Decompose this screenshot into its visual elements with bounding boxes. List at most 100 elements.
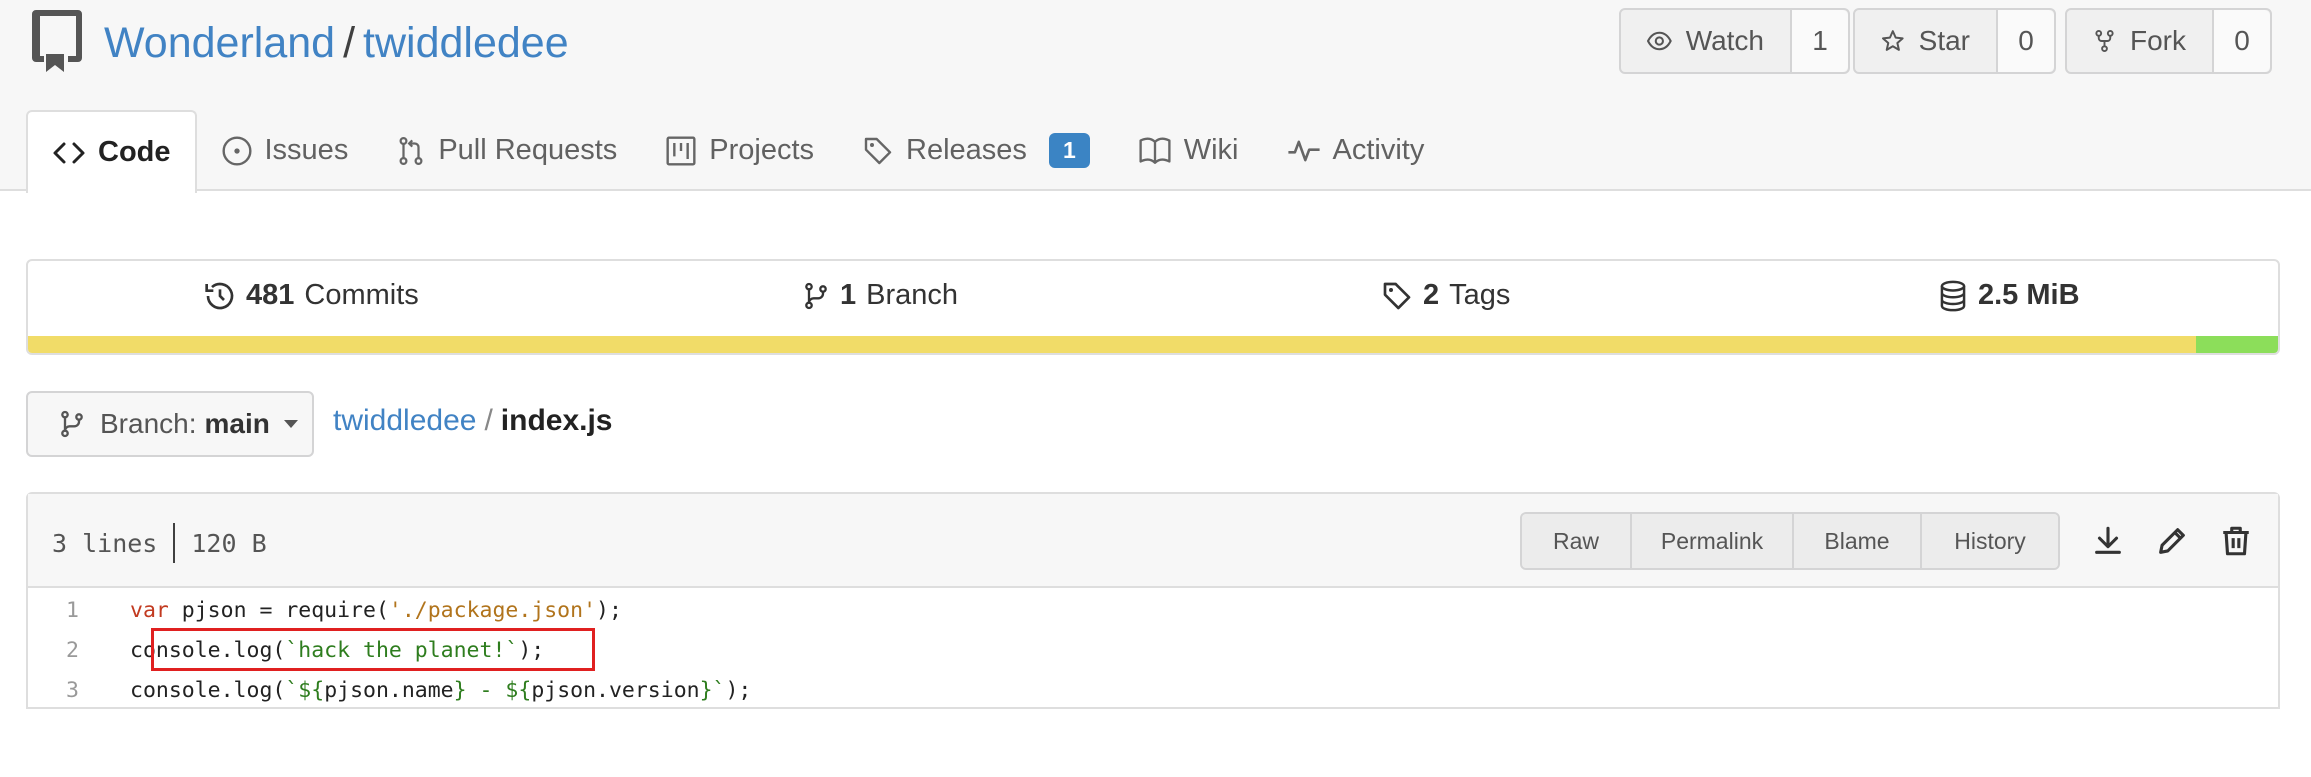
- fork-label: Fork: [2130, 25, 2186, 56]
- tags-count: 2: [1423, 279, 1440, 311]
- blame-button[interactable]: Blame: [1794, 514, 1922, 568]
- line-highlight-box: [151, 628, 595, 671]
- star-label: Star: [1918, 25, 1970, 56]
- commits-label: Commits: [304, 279, 419, 311]
- fork-button-group: Fork 0: [2065, 8, 2272, 74]
- tab-code[interactable]: Code: [26, 110, 197, 193]
- star-count[interactable]: 0: [1998, 10, 2054, 72]
- repo-title-separator: /: [343, 19, 356, 67]
- fork-count[interactable]: 0: [2214, 10, 2270, 72]
- delete-icon[interactable]: [2219, 524, 2253, 558]
- file-header: 3 lines 120 B Raw Permalink Blame Histor…: [28, 494, 2278, 588]
- tab-issues[interactable]: Issues: [197, 110, 373, 191]
- code-line: 1 var pjson = require('./package.json');: [28, 590, 2278, 630]
- code-token: `${: [285, 677, 325, 703]
- breadcrumb: twiddledee / index.js: [333, 404, 613, 438]
- code-token: } - ${: [453, 677, 532, 703]
- file-info-divider: [173, 523, 176, 563]
- code-line: 3 console.log(`${pjson.name} - ${pjson.ve…: [28, 670, 2278, 710]
- branch-selector[interactable]: Branch: main: [26, 391, 314, 457]
- releases-count-badge: 1: [1048, 133, 1090, 168]
- project-icon: [666, 135, 696, 166]
- watch-button-group: Watch 1: [1619, 8, 1850, 74]
- language-segment-json[interactable]: [2196, 336, 2278, 353]
- tag-icon: [1383, 282, 1411, 309]
- code-token: pjson.version: [531, 677, 700, 703]
- edit-icon[interactable]: [2155, 524, 2189, 558]
- line-source: var pjson = require('./package.json');: [130, 598, 622, 623]
- repo-title: Wonderland / twiddledee: [104, 14, 569, 72]
- download-icon[interactable]: [2091, 524, 2125, 558]
- permalink-button[interactable]: Permalink: [1632, 514, 1794, 568]
- tab-releases[interactable]: Releases 1: [838, 110, 1114, 191]
- fork-icon: [2095, 29, 2114, 53]
- history-button[interactable]: History: [1922, 514, 2058, 568]
- tab-code-label: Code: [98, 136, 171, 168]
- pulse-icon: [1287, 140, 1320, 161]
- repo-tabs: Code Issues Pull Requests Projects Relea…: [26, 110, 1448, 193]
- repo-header: Wonderland / twiddledee Watch 1 Star 0 For…: [0, 0, 2311, 193]
- branches-count: 1: [840, 279, 857, 311]
- size-stat: 2.5 MiB: [1938, 279, 2090, 312]
- code-token: );: [725, 677, 752, 703]
- commits-stat[interactable]: 481 Commits: [204, 279, 419, 312]
- tab-activity[interactable]: Activity: [1263, 110, 1449, 191]
- star-button-group: Star 0: [1853, 8, 2056, 74]
- watch-label: Watch: [1685, 25, 1764, 56]
- breadcrumb-repo-link[interactable]: twiddledee: [333, 404, 476, 437]
- tag-icon: [864, 137, 892, 164]
- breadcrumb-separator: /: [484, 404, 493, 437]
- tab-projects[interactable]: Projects: [641, 110, 838, 191]
- issue-icon: [221, 135, 252, 166]
- tab-activity-label: Activity: [1332, 134, 1425, 166]
- language-segment-javascript[interactable]: [28, 336, 2196, 353]
- code-token: var: [130, 597, 169, 623]
- star-button[interactable]: Star: [1855, 10, 1998, 72]
- branch-selector-value: main: [204, 408, 270, 439]
- repo-owner-link[interactable]: Wonderland: [104, 19, 335, 67]
- raw-button[interactable]: Raw: [1522, 514, 1632, 568]
- code-token: );: [596, 597, 622, 623]
- tab-pull-requests[interactable]: Pull Requests: [372, 110, 641, 191]
- tab-wiki-label: Wiki: [1183, 134, 1239, 166]
- file-line-count: 3 lines: [52, 528, 158, 558]
- watch-count[interactable]: 1: [1792, 10, 1848, 72]
- branches-label: Branch: [866, 279, 959, 311]
- file-info: 3 lines 120 B: [52, 523, 267, 563]
- line-number[interactable]: 1: [28, 598, 130, 623]
- line-number[interactable]: 2: [28, 638, 130, 663]
- repo-size: 2.5 MiB: [1978, 279, 2080, 311]
- tab-releases-label: Releases: [906, 134, 1027, 166]
- tags-stat[interactable]: 2 Tags: [1381, 279, 1510, 312]
- line-source: console.log(`${pjson.name} - ${pjson.ver…: [130, 678, 751, 703]
- branch-icon: [61, 410, 83, 438]
- branches-stat[interactable]: 1 Branch: [802, 279, 958, 312]
- commits-count: 481: [246, 279, 295, 311]
- code-icon: [53, 142, 85, 163]
- file-viewer: 3 lines 120 B Raw Permalink Blame Histor…: [26, 492, 2280, 709]
- code-token: pjson = require(: [168, 597, 389, 623]
- code-token: }`: [699, 677, 726, 703]
- code-token: console.log(: [130, 677, 286, 703]
- repo-icon: [32, 10, 82, 72]
- branch-selector-label: Branch:: [100, 408, 197, 439]
- repo-name-link[interactable]: twiddledee: [363, 19, 569, 67]
- line-number[interactable]: 3: [28, 678, 130, 703]
- history-icon: [205, 282, 234, 309]
- fork-button[interactable]: Fork: [2067, 10, 2214, 72]
- code-token: pjson.name: [324, 677, 454, 703]
- tab-projects-label: Projects: [709, 134, 815, 166]
- tab-pull-requests-label: Pull Requests: [438, 134, 618, 166]
- file-actions-group: Raw Permalink Blame History: [1520, 512, 2060, 570]
- breadcrumb-file: index.js: [500, 404, 613, 437]
- file-size: 120 B: [191, 528, 267, 558]
- tab-issues-label: Issues: [264, 134, 349, 166]
- star-icon: [1881, 30, 1904, 51]
- caret-down-icon: [283, 420, 298, 428]
- tab-wiki[interactable]: Wiki: [1114, 110, 1263, 191]
- watch-button[interactable]: Watch: [1621, 10, 1792, 72]
- language-bar[interactable]: [28, 336, 2278, 353]
- pull-request-icon: [399, 136, 423, 165]
- repo-stats: 481 Commits 1 Branch 2 Tags 2.5 MiB: [26, 259, 2280, 355]
- eye-icon: [1647, 31, 1672, 51]
